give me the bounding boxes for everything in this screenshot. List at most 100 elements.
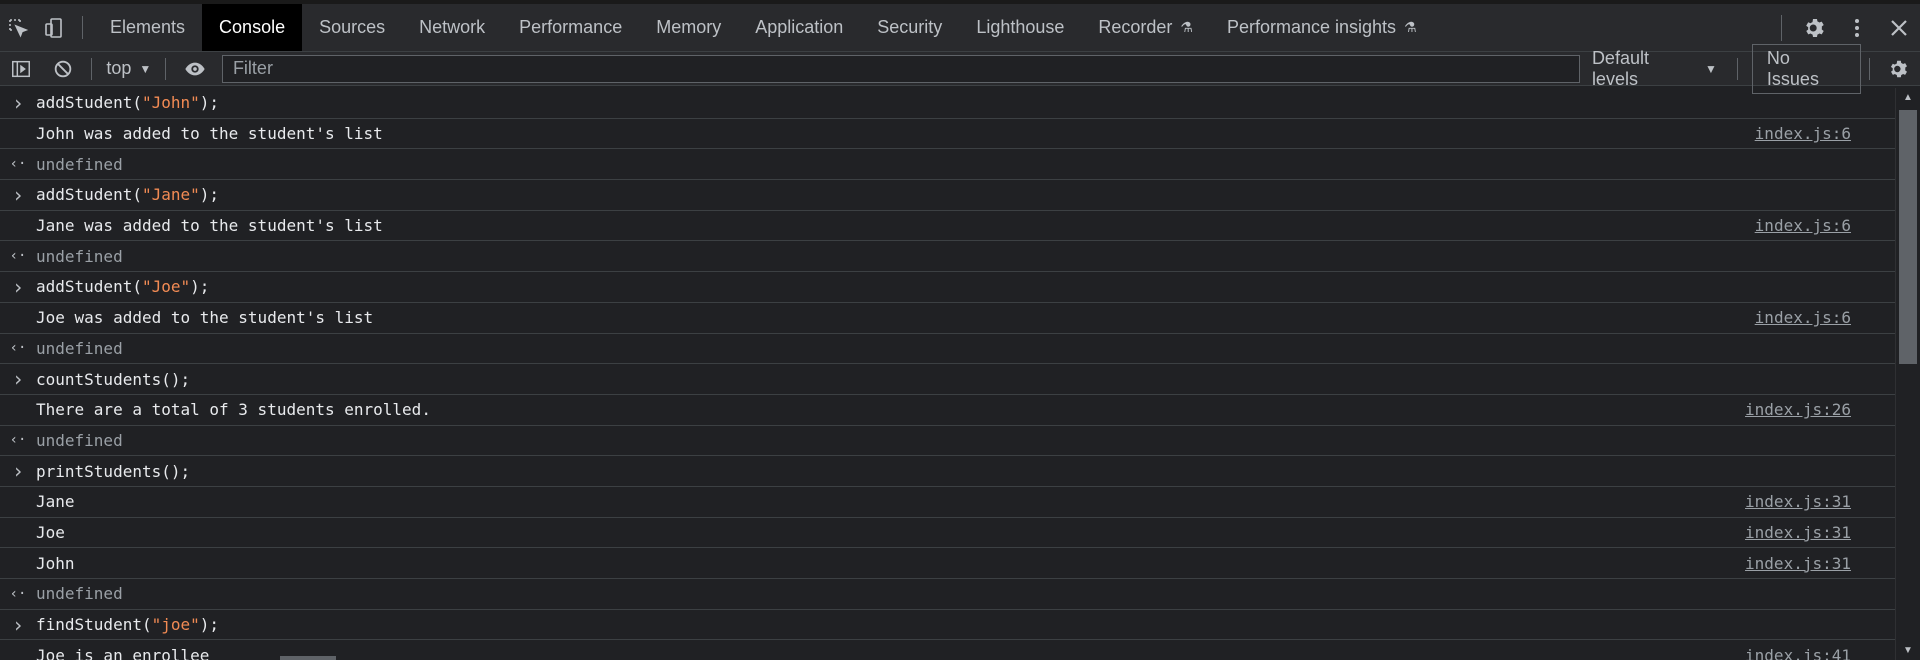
source-link[interactable]: index.js:6 <box>1755 308 1851 327</box>
devtools-tab-bar: Elements Console Sources Network Performance… <box>0 0 1920 52</box>
context-label: top <box>106 58 132 78</box>
console-text: addStudent("Joe"); <box>36 277 209 296</box>
console-settings-gear-icon[interactable] <box>1878 58 1920 80</box>
close-icon[interactable] <box>1878 16 1920 40</box>
source-link[interactable]: index.js:31 <box>1745 554 1851 573</box>
horizontal-scrollbar-thumb[interactable] <box>280 656 336 660</box>
tab-application[interactable]: Application <box>738 4 860 51</box>
tab-recorder[interactable]: Recorder ⚗ <box>1081 4 1210 51</box>
console-text: Joe is an enrollee <box>36 645 210 660</box>
log-levels-label: Default levels <box>1591 47 1649 89</box>
log-levels-dropdown[interactable]: Default levels ▼ <box>1580 48 1729 90</box>
source-link[interactable]: index.js:6 <box>1755 124 1851 143</box>
chevron-down-icon: ▼ <box>1705 61 1717 76</box>
console-text: There are a total of 3 students enrolled… <box>36 400 431 420</box>
source-link[interactable]: index.js:31 <box>1745 523 1851 542</box>
console-text: Joe <box>36 522 65 542</box>
console-input-row: › countStudents(); <box>0 364 1896 395</box>
console-log-row: Jane index.js:31 <box>0 487 1896 518</box>
console-text: countStudents(); <box>36 370 190 389</box>
tab-security[interactable]: Security <box>860 4 959 51</box>
device-toolbar-icon[interactable] <box>36 4 72 51</box>
result-arrow-icon: ‹· <box>9 340 27 357</box>
tab-label: Performance insights <box>1226 17 1397 37</box>
inspect-element-icon[interactable] <box>0 4 36 51</box>
divider <box>91 57 93 80</box>
code-token: ); <box>199 93 220 113</box>
console-text: printStudents(); <box>36 462 190 481</box>
console-text: Jane <box>36 492 75 512</box>
prompt-chevron-icon: › <box>11 274 25 299</box>
string-literal: "Joe" <box>141 277 191 297</box>
console-toolbar: top ▼ Default levels ▼ No Issues <box>0 43 1920 94</box>
console-input-row: › findStudent("joe"); <box>0 610 1896 641</box>
divider <box>1781 14 1782 41</box>
context-selector[interactable]: top ▼ <box>100 58 157 79</box>
tab-label: Sources <box>319 17 386 37</box>
console-text: undefined <box>36 246 123 266</box>
console-log-row: Joe index.js:31 <box>0 518 1896 549</box>
scroll-up-icon[interactable]: ▲ <box>1896 92 1920 103</box>
console-text: undefined <box>36 338 123 358</box>
chevron-down-icon: ▼ <box>139 61 152 76</box>
tab-memory[interactable]: Memory <box>639 4 738 51</box>
console-text: undefined <box>36 154 123 174</box>
code-token: findStudent( <box>36 615 152 635</box>
code-token: addStudent( <box>36 277 142 297</box>
code-token: addStudent( <box>36 93 142 113</box>
console-input-row: › printStudents(); <box>0 456 1896 487</box>
scrollbar-thumb[interactable] <box>1899 110 1917 364</box>
console-input-row: › addStudent("Joe"); <box>0 272 1896 303</box>
more-options-icon[interactable] <box>1836 16 1878 40</box>
console-result-row: ‹· undefined <box>0 149 1896 181</box>
source-link[interactable]: index.js:41 <box>1745 646 1851 660</box>
source-link[interactable]: index.js:26 <box>1745 400 1851 419</box>
tab-performance-insights[interactable]: Performance insights ⚗ <box>1210 4 1434 51</box>
console-result-row: ‹· undefined <box>0 334 1896 365</box>
tab-performance[interactable]: Performance <box>502 4 639 51</box>
source-link[interactable]: index.js:31 <box>1745 492 1851 511</box>
eye-icon[interactable] <box>174 58 216 80</box>
tab-console[interactable]: Console <box>202 4 303 51</box>
string-literal: "joe" <box>151 615 200 635</box>
tab-label: Performance <box>519 17 623 37</box>
code-token: ); <box>199 615 220 635</box>
tab-network[interactable]: Network <box>402 4 502 51</box>
console-log-row: John was added to the student's list inde… <box>0 119 1896 150</box>
console-text: addStudent("Jane"); <box>36 185 219 204</box>
prompt-chevron-icon: › <box>11 90 25 115</box>
console-text: undefined <box>36 584 123 604</box>
tab-elements[interactable]: Elements <box>93 4 202 51</box>
result-arrow-icon: ‹· <box>9 248 27 265</box>
source-link[interactable]: index.js:6 <box>1755 216 1851 235</box>
clear-console-icon[interactable] <box>42 58 84 80</box>
divider <box>82 16 83 39</box>
scroll-down-icon[interactable]: ▼ <box>1896 645 1920 656</box>
prompt-chevron-icon: › <box>11 182 25 207</box>
issues-button[interactable]: No Issues <box>1751 43 1862 94</box>
divider <box>1736 57 1738 80</box>
filter-input[interactable] <box>221 54 1580 83</box>
gear-icon[interactable] <box>1794 16 1836 40</box>
console-result-row: ‹· undefined <box>0 579 1896 610</box>
console-log-row: There are a total of 3 students enrolled… <box>0 395 1896 426</box>
string-literal: "Jane" <box>141 185 200 205</box>
code-token: ); <box>199 185 220 205</box>
console-text: addStudent("John"); <box>36 93 219 112</box>
console-text: John was added to the student's list <box>36 124 383 144</box>
sidebar-toggle-icon[interactable] <box>0 58 42 80</box>
divider <box>1869 57 1871 80</box>
tab-label: Security <box>877 17 943 37</box>
console-text: John <box>36 553 75 573</box>
console-log-row: Jane was added to the student's list inde… <box>0 211 1896 242</box>
tab-lighthouse[interactable]: Lighthouse <box>959 4 1081 51</box>
console-input-row: › addStudent("John"); <box>0 88 1896 119</box>
tab-label: Network <box>419 17 486 37</box>
tab-sources[interactable]: Sources <box>302 4 402 51</box>
result-arrow-icon: ‹· <box>9 585 27 602</box>
divider <box>165 57 167 80</box>
console-log-row: Joe was added to the student's list index… <box>0 303 1896 334</box>
vertical-scrollbar[interactable]: ▲ ▼ <box>1895 88 1920 660</box>
prompt-chevron-icon: › <box>11 612 25 637</box>
experiment-flask-icon: ⚗ <box>1404 19 1417 35</box>
